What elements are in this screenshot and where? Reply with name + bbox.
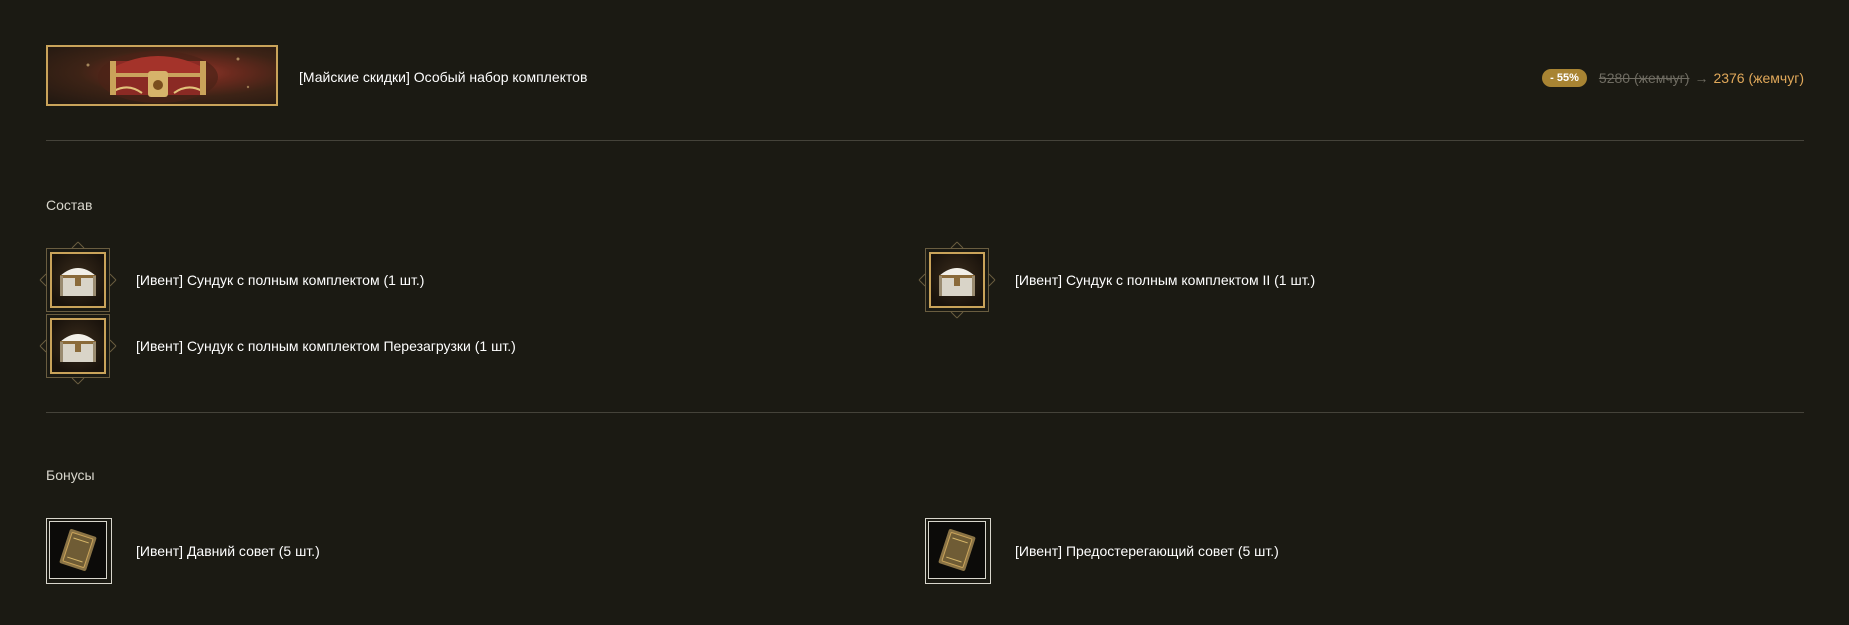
bonus-item-label-1: [Ивент] Давний совет (5 шт.) [136,543,320,559]
divider [46,140,1804,141]
bonuses-title: Бонусы [46,467,95,483]
treasure-chest-banner [46,45,278,106]
scroll-card-icon [49,521,107,579]
bonus-item-label-2: [Ивент] Предостерегающий совет (5 шт.) [1015,543,1279,559]
discount-badge: - 55% [1542,69,1587,87]
bonus-item-icon-1[interactable] [46,518,112,584]
composition-item-icon-2[interactable] [918,241,996,319]
arrow-icon: → [1694,70,1709,86]
chest-icon [50,252,106,308]
old-price: 5280 (жемчуг) [1598,70,1690,86]
composition-item-label-3: [Ивент] Сундук с полным комплектом Перез… [136,338,516,354]
product-title: [Майские скидки] Особый набор комплектов [299,69,588,85]
product-row: [Майские скидки] Особый набор комплектов… [46,45,1804,109]
chest-icon [50,318,106,374]
composition-item-icon-3[interactable] [39,314,117,385]
composition-title: Состав [46,197,93,213]
chest-icon [929,252,985,308]
price-block: - 55% 5280 (жемчуг) → 2376 (жемчуг) [1542,69,1804,87]
composition-item-icon-1[interactable] [39,241,117,312]
scroll-card-icon [928,521,986,579]
bonus-item-icon-2[interactable] [925,518,991,584]
composition-item-label-1: [Ивент] Сундук с полным комплектом (1 шт… [136,272,425,288]
divider [46,412,1804,413]
composition-item-label-2: [Ивент] Сундук с полным комплектом II (1… [1015,272,1316,288]
new-price: 2376 (жемчуг) [1713,70,1804,86]
